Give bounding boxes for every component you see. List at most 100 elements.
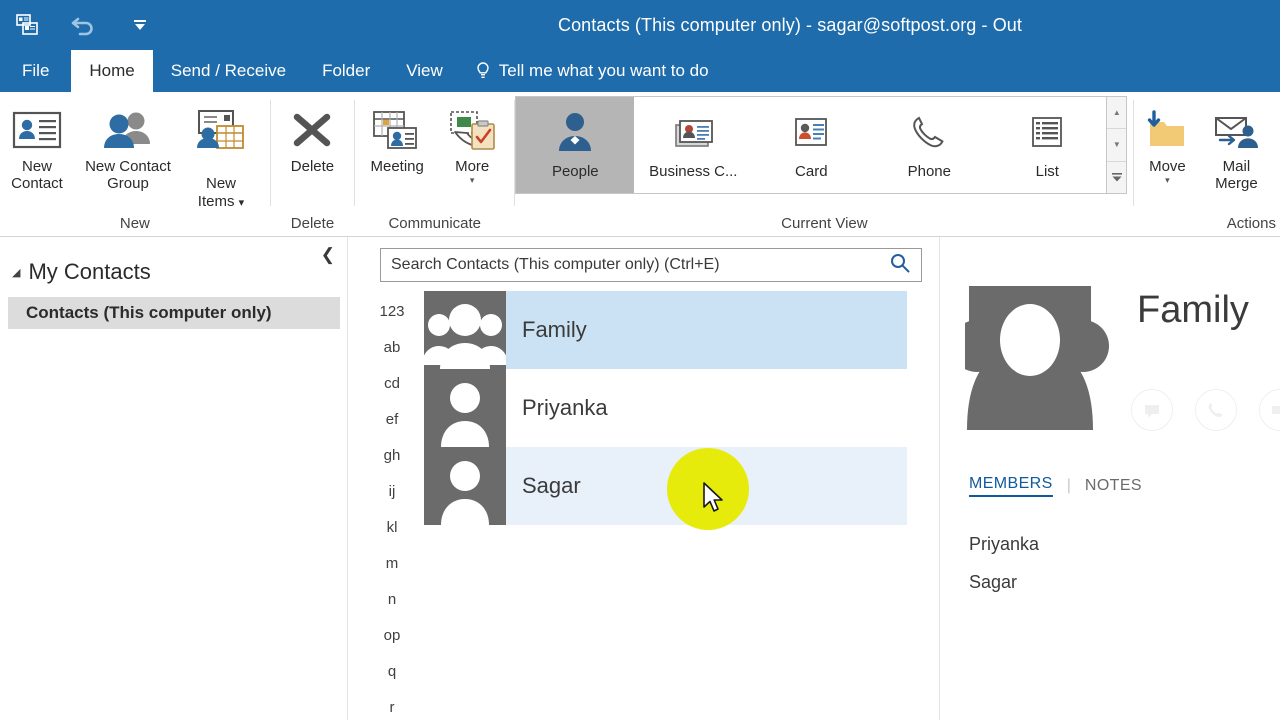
view-phone-label: Phone bbox=[907, 163, 951, 180]
collapse-folder-pane-icon[interactable]: ❮ bbox=[321, 245, 335, 265]
view-card-label: Card bbox=[795, 163, 828, 180]
new-items-text: New Items bbox=[197, 175, 236, 210]
ribbon-group-current-view-label: Current View bbox=[781, 214, 868, 232]
new-contact-group-button[interactable]: New Contact Group bbox=[74, 98, 182, 193]
new-items-icon bbox=[195, 102, 247, 158]
video-icon[interactable] bbox=[1259, 389, 1280, 431]
alpha-index-item[interactable]: n bbox=[388, 581, 396, 617]
alpha-index-item[interactable]: op bbox=[384, 617, 401, 653]
chat-icon[interactable] bbox=[1131, 389, 1173, 431]
view-people[interactable]: People bbox=[516, 97, 635, 193]
alpha-index-item[interactable]: kl bbox=[387, 509, 398, 545]
lightbulb-icon bbox=[477, 62, 489, 78]
search-icon[interactable] bbox=[889, 252, 911, 279]
list-item[interactable]: Family bbox=[422, 291, 907, 369]
delete-button[interactable]: Delete bbox=[281, 98, 343, 175]
alpha-index-item[interactable]: cd bbox=[384, 365, 400, 401]
tab-folder[interactable]: Folder bbox=[304, 50, 388, 92]
alpha-index-item[interactable]: m bbox=[386, 545, 399, 581]
view-list-label: List bbox=[1035, 163, 1059, 180]
alphabet-index[interactable]: 123 ab cd ef gh ij kl m n op q r bbox=[368, 293, 416, 720]
contact-actions bbox=[1131, 389, 1280, 431]
ribbon-group-new: New Contact New Contact Group New Items … bbox=[0, 92, 270, 236]
folder-pane: ❮ ◢ My Contacts Contacts (This computer … bbox=[0, 237, 348, 720]
phone-view-icon bbox=[906, 107, 952, 157]
alpha-index-item[interactable]: ab bbox=[384, 329, 401, 365]
new-contact-label: New Contact bbox=[11, 158, 63, 193]
alpha-index-item[interactable]: ij bbox=[389, 473, 396, 509]
tab-send-receive[interactable]: Send / Receive bbox=[153, 50, 304, 92]
ribbon-group-actions: Move ▾ Mail Merge Actions bbox=[1134, 92, 1280, 236]
reading-pane-tabs: MEMBERS | NOTES bbox=[969, 475, 1142, 497]
gallery-scroll-down-icon[interactable]: ▼ bbox=[1107, 129, 1127, 162]
list-item[interactable]: Priyanka bbox=[424, 369, 907, 447]
member-item[interactable]: Priyanka bbox=[969, 525, 1039, 563]
alpha-index-item[interactable]: q bbox=[388, 653, 396, 689]
tab-members[interactable]: MEMBERS bbox=[969, 475, 1053, 497]
contact-name: Family bbox=[522, 317, 587, 342]
more-actions-icon bbox=[446, 102, 498, 158]
tell-me-label: Tell me what you want to do bbox=[498, 61, 709, 80]
window-title: Contacts (This computer only) - sagar@so… bbox=[557, 14, 1023, 35]
ribbon-tabs: File Home Send / Receive Folder View Tel… bbox=[0, 50, 1280, 92]
more-button[interactable]: More ▾ bbox=[439, 98, 505, 185]
current-view-gallery: People Business C... Card Phone List bbox=[515, 96, 1108, 194]
meeting-label: Meeting bbox=[370, 158, 424, 175]
meeting-icon bbox=[370, 102, 424, 158]
tell-me-search[interactable]: Tell me what you want to do bbox=[461, 50, 723, 92]
move-caret-icon: ▾ bbox=[1165, 175, 1170, 186]
meeting-button[interactable]: Meeting bbox=[355, 98, 439, 175]
search-input[interactable]: Search Contacts (This computer only) (Ct… bbox=[380, 248, 922, 282]
ribbon-group-communicate: Meeting More ▾ Communicate bbox=[355, 92, 514, 236]
view-card[interactable]: Card bbox=[752, 97, 870, 193]
move-button[interactable]: Move ▾ bbox=[1134, 98, 1200, 185]
tab-notes[interactable]: NOTES bbox=[1085, 477, 1142, 495]
more-caret-icon: ▾ bbox=[469, 175, 475, 186]
sidebar-item-contacts[interactable]: Contacts (This computer only) bbox=[8, 297, 340, 329]
view-people-label: People bbox=[551, 163, 599, 180]
mail-merge-button[interactable]: Mail Merge bbox=[1200, 98, 1272, 193]
contact-name: Priyanka bbox=[522, 395, 608, 420]
ribbon-group-actions-label: Actions bbox=[1226, 214, 1276, 232]
view-list[interactable]: List bbox=[988, 97, 1106, 193]
contact-avatar bbox=[424, 369, 506, 447]
ribbon: New Contact New Contact Group New Items … bbox=[0, 92, 1280, 237]
gallery-more-icon[interactable] bbox=[1107, 162, 1126, 193]
new-contact-group-label: New Contact Group bbox=[85, 158, 171, 193]
gallery-scroll-up-icon[interactable]: ▲ bbox=[1107, 97, 1127, 130]
people-view-icon bbox=[552, 107, 598, 157]
gallery-more-glyph bbox=[1111, 173, 1122, 182]
move-folder-icon bbox=[1142, 102, 1192, 158]
delete-x-icon bbox=[288, 102, 336, 158]
tab-view[interactable]: View bbox=[388, 50, 461, 92]
new-contact-button[interactable]: New Contact bbox=[0, 98, 74, 193]
mail-merge-label: Mail Merge bbox=[1215, 158, 1258, 193]
outlook-window: Contacts (This computer only) - sagar@so… bbox=[0, 0, 1280, 720]
tab-home[interactable]: Home bbox=[71, 50, 153, 92]
tab-file[interactable]: File bbox=[0, 50, 72, 92]
more-label: More bbox=[455, 158, 490, 175]
business-card-view-icon bbox=[670, 107, 716, 157]
gallery-scrollbar[interactable]: ▲ ▼ bbox=[1107, 96, 1128, 194]
alpha-index-item[interactable]: r bbox=[390, 689, 395, 720]
view-business-card[interactable]: Business C... bbox=[634, 97, 752, 193]
folder-group-label: My Contacts bbox=[28, 259, 151, 284]
list-item[interactable]: Sagar bbox=[424, 447, 907, 525]
view-phone[interactable]: Phone bbox=[870, 97, 988, 193]
alpha-index-item[interactable]: gh bbox=[384, 437, 401, 473]
alpha-index-item[interactable]: ef bbox=[386, 401, 399, 437]
contact-card-icon bbox=[11, 102, 63, 158]
new-items-button[interactable]: New Items ▾ bbox=[182, 98, 260, 210]
contact-group-icon bbox=[99, 102, 157, 158]
phone-icon[interactable] bbox=[1195, 389, 1237, 431]
alpha-index-item[interactable]: 123 bbox=[379, 293, 404, 329]
folder-group-my-contacts[interactable]: ◢ My Contacts bbox=[12, 259, 151, 285]
ribbon-group-communicate-label: Communicate bbox=[388, 214, 482, 232]
ribbon-group-current-view: People Business C... Card Phone List ▲ ▼… bbox=[515, 92, 1133, 236]
new-items-label: New Items ▾ bbox=[198, 158, 244, 210]
ribbon-group-delete: Delete Delete bbox=[271, 92, 354, 236]
member-item[interactable]: Sagar bbox=[969, 563, 1039, 601]
title-bar: Contacts (This computer only) - sagar@so… bbox=[0, 0, 1280, 50]
ribbon-group-delete-label: Delete bbox=[290, 214, 335, 232]
view-business-card-label: Business C... bbox=[649, 163, 738, 180]
